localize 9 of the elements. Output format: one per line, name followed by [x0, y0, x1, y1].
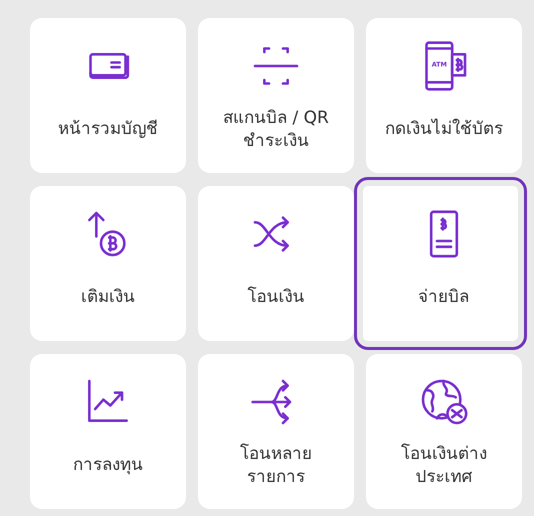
menu-tile[interactable]: เติมเงิน [30, 186, 186, 341]
menu-tile[interactable]: สแกนบิล / QR ชำระเงิน [198, 18, 354, 173]
menu-tile[interactable]: โอนหลาย รายการ [198, 354, 354, 509]
menu-tile[interactable]: การลงทุน [30, 354, 186, 509]
menu-tile[interactable]: โอนเงินต่าง ประเทศ [366, 354, 522, 509]
phone-atm-icon [425, 41, 466, 91]
menu-tile[interactable]: หน้ารวมบัญชี [30, 18, 186, 173]
menu-tile[interactable]: โอนเงิน [198, 186, 354, 341]
menu-tile[interactable]: จ่ายบิล [354, 177, 527, 350]
